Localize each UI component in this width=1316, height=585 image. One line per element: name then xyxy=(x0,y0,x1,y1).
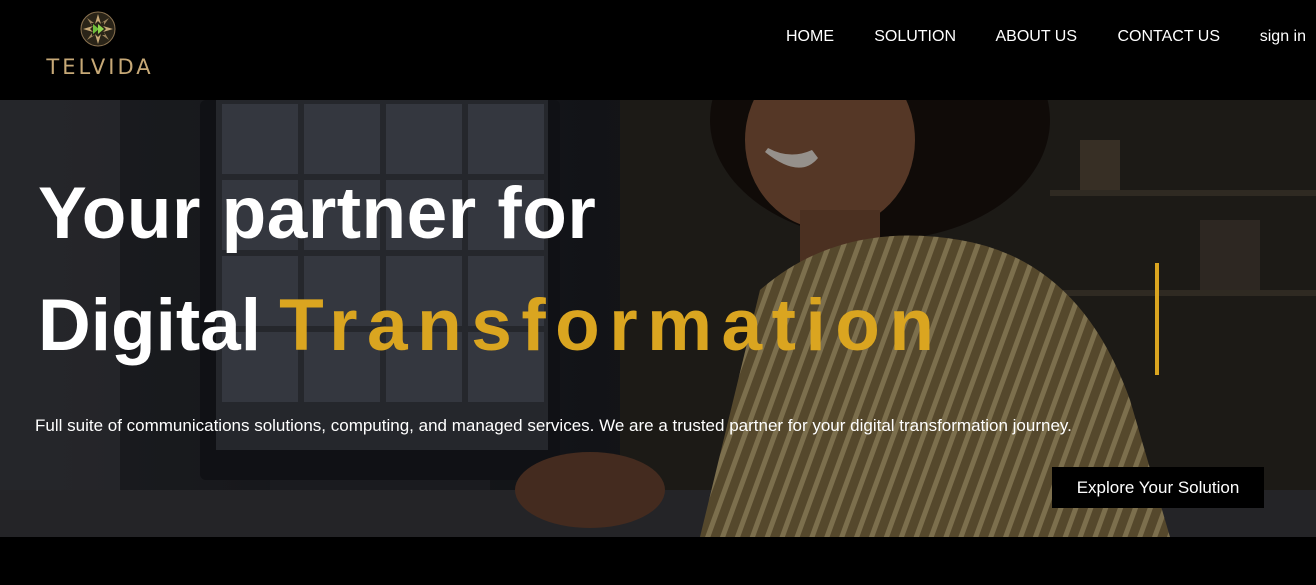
hero-headline-accent: Transformation xyxy=(279,285,944,366)
brand-name: TELVIDA xyxy=(46,55,154,79)
nav-contact-us[interactable]: CONTACT US xyxy=(1117,27,1220,47)
hero-subtitle: Full suite of communications solutions, … xyxy=(35,416,1072,435)
telvida-star-globe-icon xyxy=(80,11,116,47)
hero-headline-line2: Digital Transformation xyxy=(38,286,943,366)
nav-about-us[interactable]: ABOUT US xyxy=(996,27,1078,47)
brand-logo[interactable]: TELVIDA xyxy=(38,8,162,84)
typing-cursor xyxy=(1155,263,1159,375)
hero-headline-line1: Your partner for xyxy=(38,173,597,254)
page-bottom-band xyxy=(0,537,1316,585)
explore-solution-button[interactable]: Explore Your Solution xyxy=(1052,467,1264,508)
site-header: TELVIDA HOME SOLUTION ABOUT US CONTACT U… xyxy=(0,0,1316,100)
nav-sign-in[interactable]: sign in xyxy=(1260,27,1306,47)
hero-headline-plain: Digital xyxy=(38,285,262,366)
nav-solution[interactable]: SOLUTION xyxy=(874,27,956,47)
nav-home[interactable]: HOME xyxy=(786,27,834,47)
hero-section: Your partner for Digital Transformation F… xyxy=(0,100,1316,537)
